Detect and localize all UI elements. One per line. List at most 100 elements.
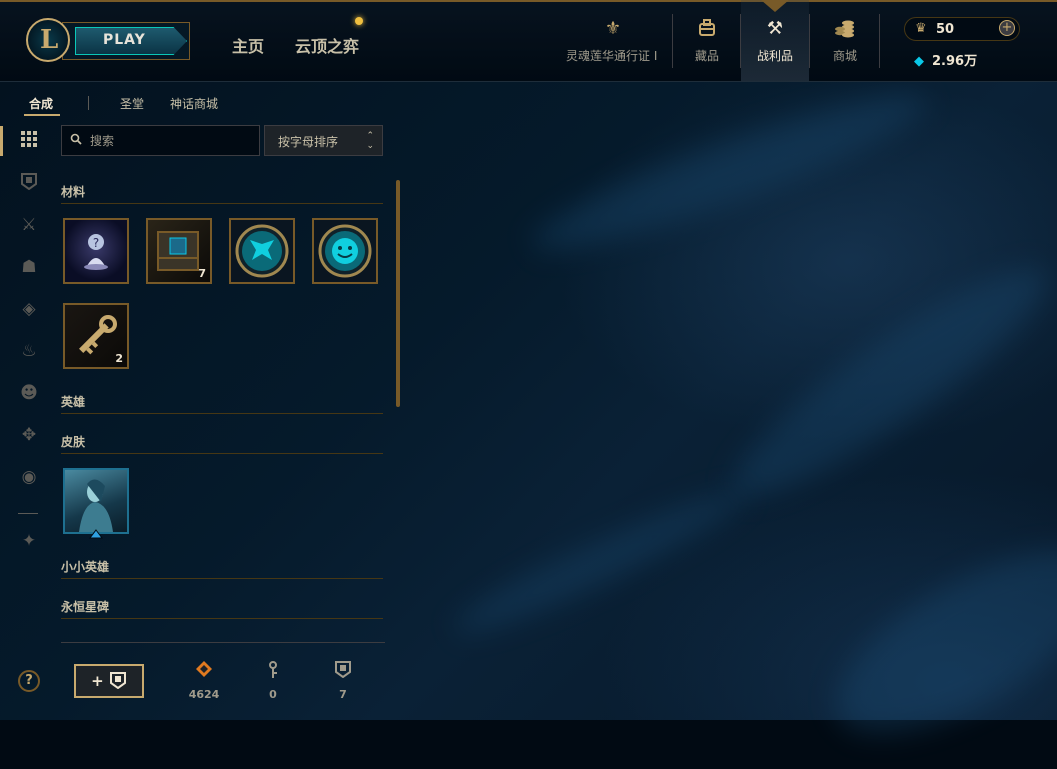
subtab-underline xyxy=(24,114,60,116)
reroll-plus: + xyxy=(91,672,104,690)
loot-item-skin-shard[interactable] xyxy=(63,468,129,534)
scrollbar-thumb[interactable] xyxy=(396,180,400,407)
search-icon xyxy=(70,133,82,148)
bg-streak xyxy=(522,71,938,273)
section-divider xyxy=(61,413,383,414)
filter-chest-icon[interactable] xyxy=(18,172,40,194)
help-button[interactable]: ? xyxy=(18,670,40,692)
sidebar-active-indicator xyxy=(0,126,3,156)
subtab-sanctum[interactable]: 圣堂 xyxy=(120,95,144,112)
sort-label: 按字母排序 xyxy=(278,135,339,149)
loot-item-mystery-emote[interactable]: ? xyxy=(63,218,129,284)
loot-count: 7 xyxy=(198,267,206,280)
section-divider xyxy=(61,578,383,579)
tab-collection-label: 藏品 xyxy=(695,49,720,63)
key-fragment-stat: 0 xyxy=(253,660,293,701)
filter-eternals-icon[interactable]: ✦ xyxy=(18,530,40,552)
section-divider xyxy=(61,618,383,619)
league-logo[interactable]: L xyxy=(26,18,70,62)
notification-dot xyxy=(355,17,363,25)
section-header[interactable]: 永恒星碑 xyxy=(61,598,383,619)
chest-value: 7 xyxy=(339,688,347,701)
nav-home[interactable]: 主页 xyxy=(232,33,264,57)
section-header[interactable]: 皮肤 xyxy=(61,433,383,454)
play-button[interactable]: PLAY xyxy=(62,22,190,60)
subtab-crafting[interactable]: 合成 xyxy=(29,95,53,112)
rarity-triangle-icon xyxy=(89,529,103,539)
be-value: 2.96万 xyxy=(932,54,978,69)
chest-icon xyxy=(109,672,126,690)
loot-item-hextech-chest[interactable]: 7 xyxy=(146,218,212,284)
search-input[interactable] xyxy=(88,131,252,151)
tab-store-label: 商城 xyxy=(833,49,858,63)
section-skins-title: 皮肤 xyxy=(61,435,86,449)
section-champions-title: 英雄 xyxy=(61,395,86,409)
lotus-icon: ⚜ xyxy=(604,18,622,39)
top-bar: PLAY L 主页 云顶之弈 ⚜ 灵魂莲华通行证 I 藏品 ⚒ 战利品 商城 ♛… xyxy=(0,0,1057,82)
reroll-button[interactable]: + xyxy=(74,664,144,698)
chest-stat: 7 xyxy=(323,660,363,701)
filter-skin-icon[interactable]: ☗ xyxy=(18,256,40,278)
emote-token-icon xyxy=(318,224,372,278)
section-header[interactable]: 材料 xyxy=(61,183,383,204)
section-eternals-title: 永恒星碑 xyxy=(61,600,110,614)
svg-text:?: ? xyxy=(93,236,99,250)
filter-little-legend-icon[interactable]: ✥ xyxy=(18,424,40,446)
loot-icon: ⚒ xyxy=(766,18,784,39)
filter-all-icon[interactable] xyxy=(18,130,40,152)
sort-dropdown[interactable]: 按字母排序 ⌃ ⌄ xyxy=(264,125,383,156)
rp-icon: ♛ xyxy=(915,21,927,36)
filter-champion-icon[interactable]: ⚔ xyxy=(18,214,40,236)
key-fragment-value: 0 xyxy=(269,688,277,701)
loot-item-emote-token[interactable] xyxy=(312,218,378,284)
coins-icon xyxy=(834,18,856,40)
skin-portrait xyxy=(79,479,113,532)
orange-essence-stat: 4624 xyxy=(184,660,224,701)
separator xyxy=(88,96,89,110)
bg-streak xyxy=(810,515,1057,769)
logo-mark: L xyxy=(40,25,59,55)
section-divider xyxy=(61,203,383,204)
loot-item-key[interactable]: 2 xyxy=(63,303,129,369)
section-little-legends-title: 小小英雄 xyxy=(61,560,110,574)
mystery-icon: ? xyxy=(84,234,108,270)
section-materials-title: 材料 xyxy=(61,185,86,199)
blue-essence-wallet: ◆ 2.96万 xyxy=(914,50,977,69)
loot-item-little-legend-egg[interactable] xyxy=(229,218,295,284)
separator xyxy=(809,14,810,68)
footer-divider xyxy=(61,642,385,643)
section-divider xyxy=(61,453,383,454)
separator xyxy=(740,14,741,68)
blue-essence-icon: ◆ xyxy=(914,54,924,69)
bg-streak xyxy=(446,476,754,648)
orange-essence-icon xyxy=(184,660,224,682)
filter-ward-icon[interactable]: ◈ xyxy=(18,298,40,320)
little-legend-token-icon xyxy=(235,224,289,278)
key-fragment-icon xyxy=(253,660,293,682)
sidebar-divider xyxy=(18,513,38,514)
play-label: PLAY xyxy=(103,32,146,48)
active-tab-highlight xyxy=(741,0,809,81)
filter-profile-icon[interactable]: ◉ xyxy=(18,466,40,488)
filter-summoner-icon[interactable]: ♨ xyxy=(18,340,40,362)
subtab-mythic-shop[interactable]: 神话商城 xyxy=(170,95,218,112)
filter-emote-icon[interactable]: ☻ xyxy=(18,382,40,404)
section-header[interactable]: 小小英雄 xyxy=(61,558,383,579)
buy-rp-button[interactable]: + xyxy=(999,20,1015,36)
backpack-icon xyxy=(696,18,718,40)
chevron-updown-icon: ⌃ ⌄ xyxy=(366,131,374,151)
orange-essence-value: 4624 xyxy=(188,688,220,701)
active-tab-caret xyxy=(761,0,789,12)
separator xyxy=(672,14,673,68)
rp-value: 50 xyxy=(936,22,955,37)
section-header[interactable]: 英雄 xyxy=(61,393,383,414)
loot-count: 2 xyxy=(115,352,123,365)
separator xyxy=(879,14,880,68)
top-accent-line xyxy=(0,0,1057,2)
chest-count-icon xyxy=(323,660,363,682)
bg-streak xyxy=(711,240,1057,524)
nav-tft[interactable]: 云顶之弈 xyxy=(295,33,359,57)
search-box[interactable] xyxy=(61,125,260,156)
tab-pass-label: 灵魂莲华通行证 I xyxy=(566,49,658,63)
rp-wallet[interactable]: ♛ 50 + xyxy=(904,17,1020,41)
